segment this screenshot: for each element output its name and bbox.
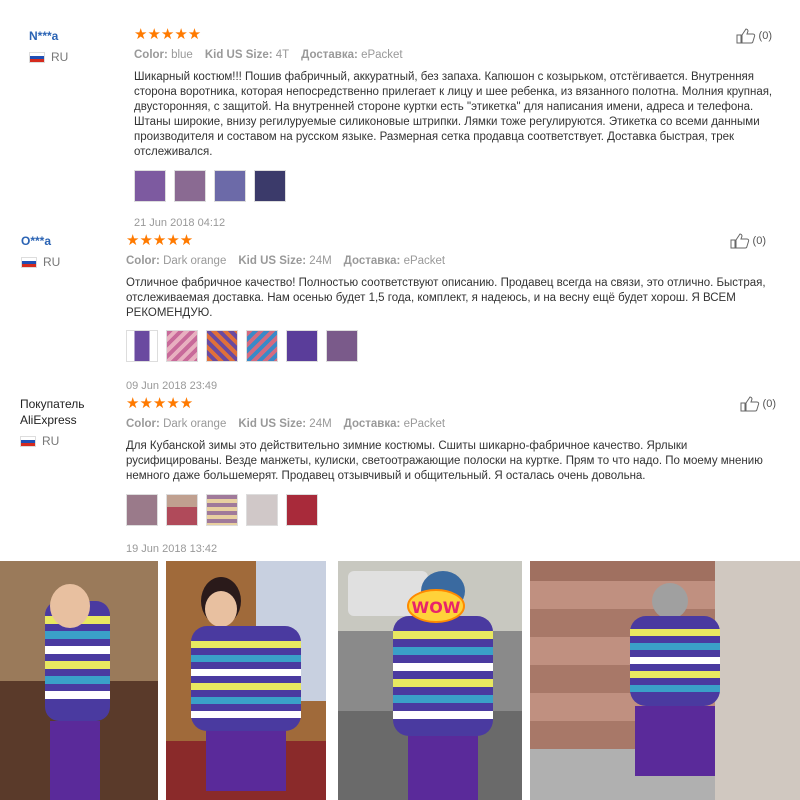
country-code: RU (42, 434, 60, 448)
svg-text:WOW: WOW (412, 598, 461, 617)
thumbs-up-icon (736, 28, 755, 44)
review-thumbnail[interactable] (326, 330, 358, 362)
review-thumbnail[interactable] (134, 170, 166, 202)
country-code: RU (51, 50, 69, 64)
reviewer-name[interactable]: N***a (29, 28, 68, 44)
customer-photo[interactable]: WOW (338, 561, 522, 800)
country-code: RU (43, 255, 61, 269)
reviewer: O***a RU (21, 233, 60, 269)
review-thumbnail[interactable] (174, 170, 206, 202)
review-meta: Color: Dark orange Kid US Size: 24M Достав… (126, 255, 446, 267)
wow-sticker: WOW (407, 589, 465, 623)
review-thumbnail[interactable] (166, 494, 198, 526)
review-meta: Color: Dark orange Kid US Size: 24M Достав… (126, 418, 446, 430)
reviewer: Покупатель AliExpress RU (20, 396, 100, 448)
helpful-button[interactable]: (0) (736, 28, 772, 44)
review-thumbnails (126, 330, 776, 362)
russia-flag-icon (20, 435, 36, 447)
review-content: ★★★★★ Color: Dark orange Kid US Size: 24M… (126, 233, 776, 392)
review-thumbnail[interactable] (206, 494, 238, 526)
review-thumbnail[interactable] (246, 494, 278, 526)
review-thumbnail[interactable] (254, 170, 286, 202)
review-thumbnail[interactable] (206, 330, 238, 362)
customer-photos-strip: WOW (0, 561, 800, 800)
review-date: 21 Jun 2018 04:12 (134, 217, 226, 229)
star-rating: ★★★★★ (134, 26, 202, 43)
review-thumbnail[interactable] (166, 330, 198, 362)
thumbs-up-icon (740, 396, 759, 412)
star-rating: ★★★★★ (126, 395, 194, 412)
reviewer-name[interactable]: Покупатель AliExpress (20, 396, 100, 428)
customer-photo[interactable] (530, 561, 800, 800)
helpful-button[interactable]: (0) (740, 396, 776, 412)
review-text: Шикарный костюм!!! Пошив фабричный, акку… (134, 71, 773, 158)
review-content: ★★★★★ Color: Dark orange Kid US Size: 24M… (126, 396, 776, 555)
review-content: ★★★★★ Color: blue Kid US Size: 4T Доставка… (134, 27, 784, 229)
reviewer-country: RU (21, 255, 60, 269)
review-thumbnail[interactable] (214, 170, 246, 202)
reviewer-name[interactable]: O***a (21, 233, 60, 249)
reviewer-country: RU (20, 434, 100, 448)
review-meta: Color: blue Kid US Size: 4T Доставка: ePac… (134, 49, 403, 61)
review-text: Для Кубанской зимы это действительно зим… (126, 440, 763, 482)
russia-flag-icon (21, 256, 37, 268)
review-thumbnail[interactable] (126, 494, 158, 526)
review-thumbnail[interactable] (246, 330, 278, 362)
review-date: 19 Jun 2018 13:42 (126, 543, 218, 555)
review-thumbnails (134, 170, 784, 202)
review-thumbnail[interactable] (286, 494, 318, 526)
review-text: Отличное фабричное качество! Полностью с… (126, 277, 766, 319)
helpful-button[interactable]: (0) (730, 233, 766, 249)
thumbs-up-icon (730, 233, 749, 249)
customer-photo[interactable] (0, 561, 158, 800)
review-thumbnails (126, 494, 776, 526)
reviewer: N***a RU (29, 28, 68, 64)
customer-photo[interactable] (166, 561, 326, 800)
review-thumbnail[interactable] (286, 330, 318, 362)
star-rating: ★★★★★ (126, 232, 194, 249)
review-date: 09 Jun 2018 23:49 (126, 380, 218, 392)
russia-flag-icon (29, 51, 45, 63)
review-thumbnail[interactable] (126, 330, 158, 362)
reviewer-country: RU (29, 50, 68, 64)
